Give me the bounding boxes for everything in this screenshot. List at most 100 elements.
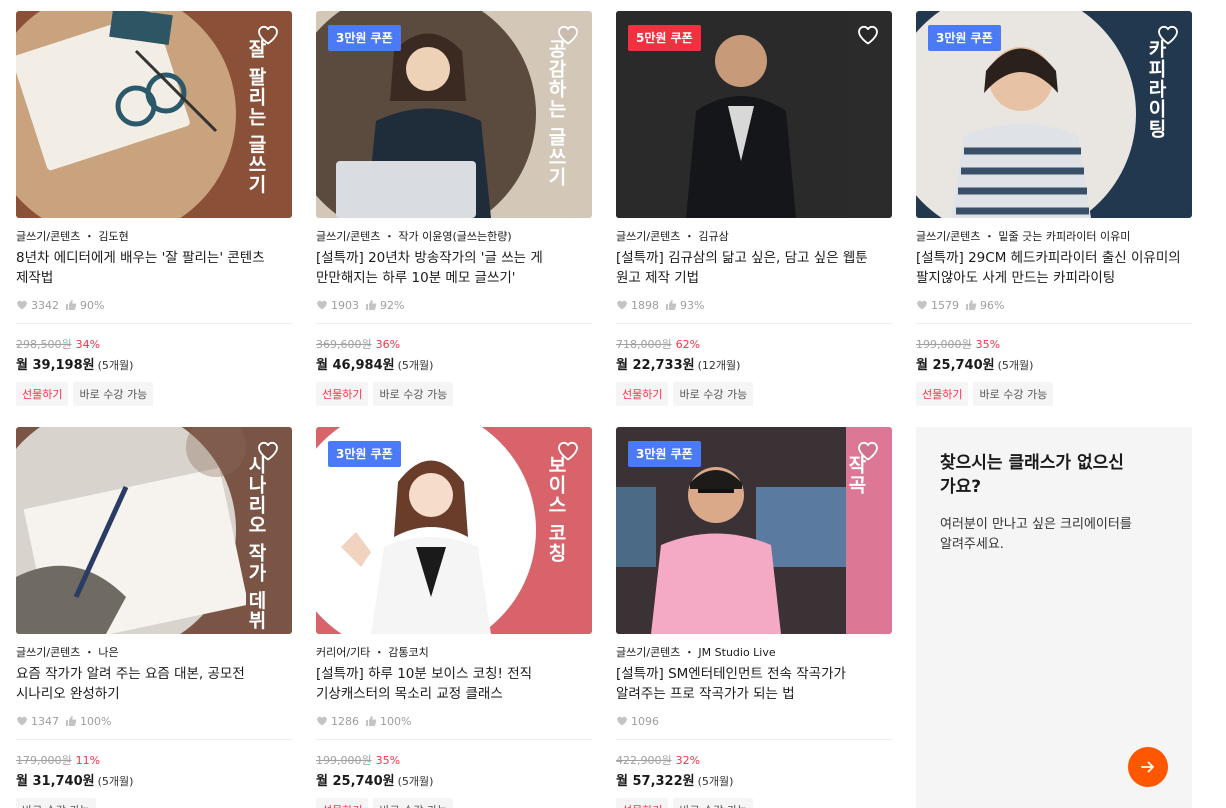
class-tags: 바로 수강 가능 <box>16 798 292 808</box>
like-count: 1579 <box>916 299 959 312</box>
class-tags: 선물하기바로 수강 가능 <box>316 798 592 808</box>
class-card[interactable]: 공감하는 글쓰기 3만원 쿠폰글쓰기/콘텐츠 ・ 작가 이윤영(글쓰는한량) [설특… <box>316 11 592 406</box>
class-tags: 선물하기바로 수강 가능 <box>316 382 592 406</box>
original-price-row: 179,000원 11% <box>16 752 292 767</box>
class-meta: 글쓰기/콘텐츠 ・ 김도현 <box>16 230 129 243</box>
like-count: 3342 <box>16 299 59 312</box>
coupon-badge: 3만원 쿠폰 <box>328 441 401 467</box>
class-stats: 1903 92% <box>316 297 592 313</box>
card-divider <box>316 739 592 740</box>
class-card[interactable]: 잘 팔리는 글쓰기글쓰기/콘텐츠 ・ 김도현 8년차 에디터에게 배우는 '잘 팔… <box>16 11 292 406</box>
card-divider <box>316 323 592 324</box>
class-title[interactable]: [설특까] 29CM 헤드카피라이터 출신 이유미의 팔지않아도 사게 만드는 … <box>916 248 1192 288</box>
monthly-price: 월 22,733원 (12개월) <box>616 354 892 374</box>
like-count: 1347 <box>16 715 59 728</box>
class-card[interactable]: 작곡 3만원 쿠폰 글쓰기/콘텐츠 ・ JM Studio Live [설특까] SM… <box>616 427 892 808</box>
class-thumbnail[interactable]: 카피라이팅 3만원 쿠폰 <box>916 11 1192 218</box>
class-stats: 1898 93% <box>616 297 892 313</box>
heart-icon[interactable] <box>1156 23 1180 47</box>
gift-tag[interactable]: 선물하기 <box>616 382 669 406</box>
class-stats: 1579 96% <box>916 297 1192 313</box>
class-meta: 커리어/기타 ・ 감통코치 <box>316 646 429 659</box>
original-price-row: 369,600원 36% <box>316 336 592 351</box>
heart-icon[interactable] <box>256 439 280 463</box>
class-title[interactable]: [설특까] SM엔터테인먼트 전속 작곡가가 알려주는 프로 작곡가가 되는 법 <box>616 664 892 704</box>
price-value: 월 25,740원 <box>916 358 995 373</box>
heart-small-icon <box>17 716 27 726</box>
monthly-price: 월 25,740원 (5개월) <box>316 770 592 790</box>
gift-tag[interactable]: 선물하기 <box>316 798 369 808</box>
heart-small-icon <box>317 300 327 310</box>
price-value: 월 46,984원 <box>316 358 395 373</box>
original-price-row: 199,000원 35% <box>916 336 1192 351</box>
original-price-row: 422,900원 32% <box>616 752 892 767</box>
heart-icon[interactable] <box>256 23 280 47</box>
thumbs-up-icon <box>66 716 77 726</box>
heart-small-icon <box>17 300 27 310</box>
gift-tag[interactable]: 선물하기 <box>16 382 69 406</box>
original-price-row: 199,000원 35% <box>316 752 592 767</box>
gift-tag[interactable]: 선물하기 <box>916 382 969 406</box>
class-meta: 글쓰기/콘텐츠 ・ 나은 <box>16 646 119 659</box>
class-meta: 글쓰기/콘텐츠 ・ 작가 이윤영(글쓰는한량) <box>316 230 512 243</box>
class-stats: 1286 100% <box>316 713 592 729</box>
heart-icon[interactable] <box>856 23 880 47</box>
like-count: 1903 <box>316 299 359 312</box>
thumbs-up-icon <box>666 300 677 310</box>
class-card[interactable]: 카피라이팅 3만원 쿠폰 글쓰기/콘텐츠 ・ 밑줄 긋는 카피라이터 이유미 [설특까… <box>916 11 1192 406</box>
heart-small-icon <box>317 716 327 726</box>
satisfaction-rate: 92% <box>365 299 404 312</box>
satisfaction-rate: 100% <box>65 715 111 728</box>
price-value: 월 22,733원 <box>616 358 695 373</box>
request-class-button[interactable] <box>1128 747 1168 787</box>
monthly-price: 월 46,984원 (5개월) <box>316 354 592 374</box>
discount-rate: 32% <box>675 754 701 767</box>
gift-tag[interactable]: 선물하기 <box>616 798 669 808</box>
installment-months: (5개월) <box>997 359 1034 372</box>
class-card[interactable]: 5만원 쿠폰글쓰기/콘텐츠 ・ 김규삼 [설특까] 김규삼의 닮고 싶은, 담고 … <box>616 11 892 406</box>
heart-icon[interactable] <box>556 439 580 463</box>
price-value: 월 39,198원 <box>16 358 95 373</box>
original-price-row: 718,000원 62% <box>616 336 892 351</box>
discount-rate: 36% <box>375 338 401 351</box>
request-class-panel[interactable]: 찾으시는 클래스가 없으신가요? 여러분이 만나고 싶은 크리에이터를 알려주세… <box>916 427 1192 808</box>
monthly-price: 월 25,740원 (5개월) <box>916 354 1192 374</box>
heart-small-icon <box>617 716 627 726</box>
class-thumbnail[interactable]: 잘 팔리는 글쓰기 <box>16 11 292 218</box>
coupon-badge: 3만원 쿠폰 <box>628 441 701 467</box>
class-title[interactable]: 8년차 에디터에게 배우는 '잘 팔리는' 콘텐츠 제작법 <box>16 248 292 288</box>
heart-icon[interactable] <box>556 23 580 47</box>
coupon-badge: 3만원 쿠폰 <box>928 25 1001 51</box>
request-class-description: 여러분이 만나고 싶은 크리에이터를 알려주세요. <box>940 517 1132 552</box>
class-stats: 1347 100% <box>16 713 292 729</box>
heart-small-icon <box>617 300 627 310</box>
class-thumbnail[interactable]: 작곡 3만원 쿠폰 <box>616 427 892 634</box>
class-title[interactable]: [설특까] 하루 10분 보이스 코칭! 전직 기상캐스터의 목소리 교정 클래… <box>316 664 592 704</box>
class-thumbnail[interactable]: 5만원 쿠폰 <box>616 11 892 218</box>
original-price: 298,500원 <box>16 338 72 351</box>
class-title[interactable]: 요즘 작가가 알려 주는 요즘 대본, 공모전 시나리오 완성하기 <box>16 664 292 704</box>
class-meta: 글쓰기/콘텐츠 ・ 김규삼 <box>616 230 729 243</box>
class-card[interactable]: 시나리오 작가 데뷔글쓰기/콘텐츠 ・ 나은요즘 작가가 알려 주는 요즘 대본… <box>16 427 292 808</box>
thumbnail-title: 시나리오 작가 데뷔 <box>245 455 267 631</box>
instant-access-tag: 바로 수강 가능 <box>673 382 754 406</box>
coupon-badge: 3만원 쿠폰 <box>328 25 401 51</box>
request-class-heading: 찾으시는 클래스가 없으신가요? <box>940 453 1124 497</box>
price-value: 월 31,740원 <box>16 774 95 789</box>
heart-icon[interactable] <box>856 439 880 463</box>
class-thumbnail[interactable]: 보이스 코칭 3만원 쿠폰 <box>316 427 592 634</box>
class-card[interactable]: 보이스 코칭 3만원 쿠폰커리어/기타 ・ 감통코치 [설특까] 하루 10분 보이… <box>316 427 592 808</box>
gift-tag[interactable]: 선물하기 <box>316 382 369 406</box>
class-thumbnail[interactable]: 공감하는 글쓰기 3만원 쿠폰 <box>316 11 592 218</box>
heart-small-icon <box>917 300 927 310</box>
arrow-right-icon <box>1141 761 1154 773</box>
thumbs-up-icon <box>366 300 377 310</box>
class-title[interactable]: [설특까] 20년차 방송작가의 '글 쓰는 게 만만해지는 하루 10분 메모… <box>316 248 592 288</box>
original-price: 179,000원 <box>16 754 72 767</box>
coupon-badge: 5만원 쿠폰 <box>628 25 701 51</box>
class-title[interactable]: [설특까] 김규삼의 닮고 싶은, 담고 싶은 웹툰 원고 제작 기법 <box>616 248 892 288</box>
class-tags: 선물하기바로 수강 가능 <box>616 798 892 808</box>
class-thumbnail[interactable]: 시나리오 작가 데뷔 <box>16 427 292 634</box>
satisfaction-rate: 90% <box>65 299 104 312</box>
like-count: 1286 <box>316 715 359 728</box>
